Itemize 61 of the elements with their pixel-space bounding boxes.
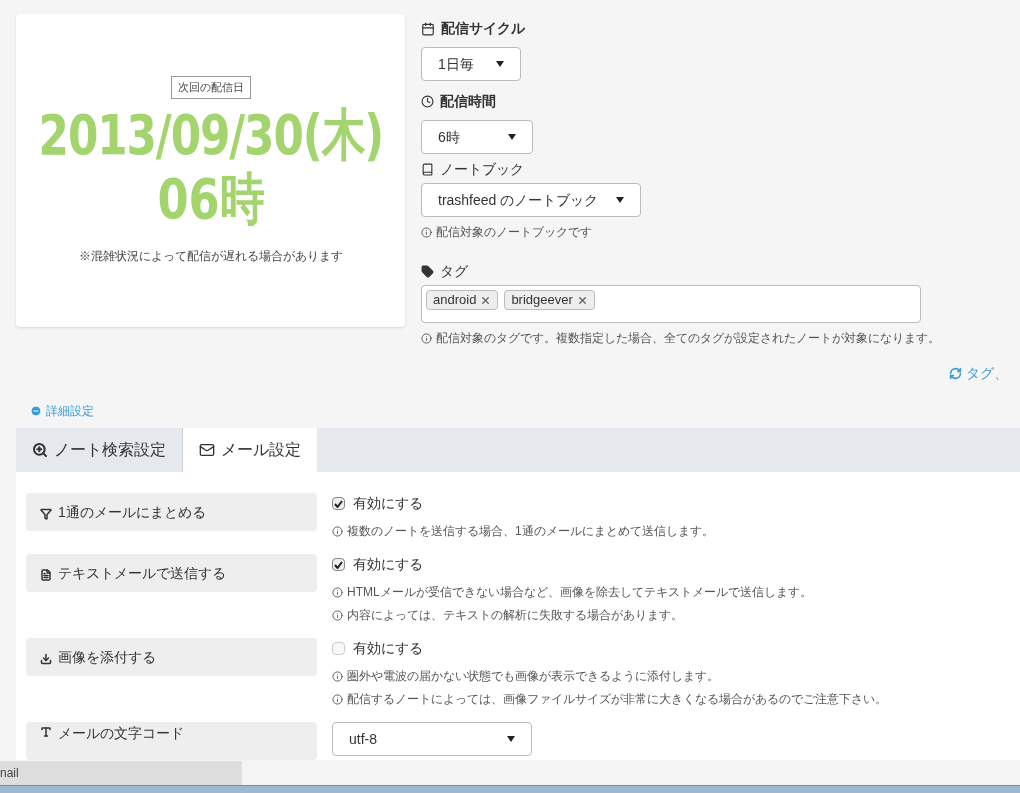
checkbox-label: 有効にする bbox=[353, 494, 423, 513]
field-label: 配信サイクル bbox=[441, 19, 525, 38]
mail-icon bbox=[199, 442, 215, 458]
remove-icon[interactable] bbox=[576, 294, 588, 306]
help-text: 内容によっては、テキストの解析に失敗する場合があります。 bbox=[347, 607, 683, 624]
document-icon bbox=[40, 568, 52, 581]
field-label: ノートブック bbox=[440, 160, 524, 179]
remove-icon[interactable] bbox=[480, 294, 492, 306]
info-icon bbox=[332, 693, 343, 705]
delay-note: ※混雑状況によって配信が遅れる場合があります bbox=[78, 247, 343, 265]
check-icon bbox=[334, 499, 343, 508]
caret-icon bbox=[496, 61, 504, 67]
checkbox[interactable] bbox=[332, 642, 345, 655]
font-icon bbox=[40, 726, 52, 738]
checkbox-label: 有効にする bbox=[353, 639, 423, 658]
setting-label: 画像を添付する bbox=[26, 638, 317, 676]
setting-label: テキストメールで送信する bbox=[26, 554, 317, 592]
info-icon bbox=[332, 525, 343, 537]
dropdown[interactable]: 6時 bbox=[421, 120, 533, 154]
dropdown[interactable]: utf-8 bbox=[332, 722, 532, 756]
calendar-icon bbox=[421, 21, 435, 36]
next-delivery-badge: 次回の配信日 bbox=[170, 76, 251, 99]
book-icon bbox=[421, 163, 434, 176]
clock-icon bbox=[421, 95, 434, 108]
info-icon bbox=[332, 609, 343, 621]
download-icon bbox=[40, 652, 52, 665]
delivery-hour: 06時 bbox=[156, 166, 265, 231]
tag-icon bbox=[421, 265, 434, 278]
tag-chip[interactable]: bridgeever bbox=[504, 290, 595, 310]
dropdown[interactable]: trashfeed のノートブック bbox=[421, 183, 641, 217]
info-icon bbox=[332, 670, 343, 682]
checkbox-label: 有効にする bbox=[353, 555, 423, 574]
dropdown[interactable]: 1日毎 bbox=[421, 47, 521, 81]
caret-icon bbox=[616, 197, 624, 203]
help-text: 複数のノートを送信する場合、1通のメールにまとめて送信します。 bbox=[347, 523, 714, 540]
field-label: 配信時間 bbox=[440, 92, 496, 111]
help-text: 配信するノートによっては、画像ファイルサイズが非常に大きくなる場合があるのでご注意下さい。 bbox=[347, 691, 887, 708]
info-icon bbox=[421, 332, 432, 344]
setting-label: メールの文字コード bbox=[26, 722, 317, 760]
caret-icon bbox=[508, 134, 516, 140]
help-text: 圏外や電波の届かない状態でも画像が表示できるように添付します。 bbox=[347, 668, 719, 685]
zoom-icon bbox=[32, 442, 48, 458]
help-text: HTMLメールが受信できない場合など、画像を除去してテキストメールで送信します。 bbox=[347, 584, 812, 601]
info-icon bbox=[421, 226, 432, 238]
caret-icon bbox=[507, 736, 515, 742]
help-text: 配信対象のノートブックです bbox=[436, 224, 592, 241]
field-label: タグ bbox=[440, 262, 468, 281]
help-text: 配信対象のタグです。複数指定した場合、全てのタグが設定されたノートが対象になります。 bbox=[436, 330, 940, 347]
delivery-date: 2013/09/30(木) bbox=[38, 102, 383, 167]
check-icon bbox=[334, 560, 343, 569]
checkbox[interactable] bbox=[332, 497, 345, 510]
refresh-icon bbox=[949, 367, 962, 380]
checkbox[interactable] bbox=[332, 558, 345, 571]
tab[interactable]: ノート検索設定 bbox=[16, 428, 183, 472]
tab[interactable]: メール設定 bbox=[183, 428, 317, 472]
filter-icon bbox=[40, 507, 52, 520]
tag-input[interactable]: android bridgeever bbox=[421, 285, 921, 323]
status-tooltip: nail bbox=[0, 761, 242, 785]
info-icon bbox=[332, 586, 343, 598]
setting-label: 1通のメールにまとめる bbox=[26, 493, 317, 531]
tag-chip[interactable]: android bbox=[426, 290, 499, 310]
